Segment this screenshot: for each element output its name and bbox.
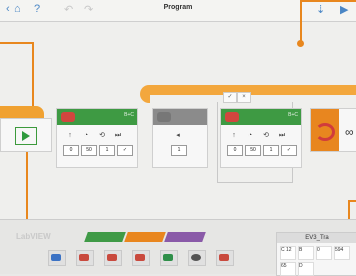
rotations-value[interactable]: 1 — [263, 145, 279, 156]
project-panel[interactable]: EV3_Tra C 12 B 0 594 65 D — [276, 232, 356, 276]
project-name: EV3_Tra — [277, 233, 356, 243]
palette-block[interactable] — [48, 250, 66, 266]
power-value[interactable]: 50 — [81, 145, 97, 156]
palette-block[interactable] — [160, 250, 178, 266]
loop-count[interactable]: ∞ — [345, 125, 354, 139]
brake-check[interactable]: ✓ — [281, 145, 297, 156]
project-item[interactable]: B — [298, 246, 314, 260]
start-block[interactable] — [0, 118, 52, 152]
project-item[interactable]: 594 — [334, 246, 350, 260]
palette-block[interactable] — [132, 250, 150, 266]
window-title: Program — [163, 4, 193, 11]
top-toolbar: ‹ ⌂ ? ↶ ↷ Program ⇣ ▶ — [0, 0, 356, 22]
callout-dot — [297, 40, 304, 47]
power-value[interactable]: 50 — [245, 145, 261, 156]
start-button[interactable] — [15, 127, 37, 145]
loop-block[interactable]: ∞ — [310, 108, 356, 152]
tab-action[interactable] — [84, 232, 126, 242]
loop-header — [311, 109, 339, 151]
brake-check[interactable]: ✓ — [117, 145, 133, 156]
loop-icon — [315, 123, 335, 141]
callout-line — [0, 42, 32, 44]
steering-value[interactable]: 0 — [227, 145, 243, 156]
steering-icon — [61, 112, 75, 122]
project-item[interactable]: C 12 — [280, 246, 296, 260]
labview-watermark: LabVIEW — [16, 232, 51, 241]
tab-sensor[interactable] — [164, 232, 206, 242]
palette-block[interactable] — [76, 250, 94, 266]
start-block-header — [0, 106, 44, 118]
project-item[interactable]: 0 — [316, 246, 332, 260]
sensor-block[interactable]: ◂ 1 — [152, 108, 208, 168]
brake-icon: ⏭ — [278, 132, 286, 139]
rotation-icon: ⟲ — [99, 132, 105, 139]
rotations-value[interactable]: 1 — [99, 145, 115, 156]
arrow-up-icon: ↑ — [68, 132, 72, 139]
speed-icon: ◔ — [247, 132, 253, 139]
palette-block[interactable] — [188, 250, 206, 266]
steering-icon — [225, 112, 239, 122]
play-icon — [22, 131, 30, 141]
tab-flow[interactable] — [124, 232, 166, 242]
block-header: B+C — [221, 109, 301, 125]
brake-icon: ⏭ — [114, 132, 122, 139]
palette-blocks — [48, 250, 234, 266]
palette-block[interactable] — [216, 250, 234, 266]
rotation-icon: ⟲ — [263, 132, 269, 139]
callout-line — [32, 42, 34, 110]
move-steering-block-2[interactable]: B+C ↑ ◔ ⟲ ⏭ 0 50 1 ✓ — [220, 108, 302, 168]
block-header — [153, 109, 207, 125]
speed-icon: ◔ — [83, 132, 89, 139]
run-icon[interactable]: ▶ — [340, 3, 348, 16]
callout-line — [300, 0, 302, 42]
move-steering-block[interactable]: B+C ↑ ◔ ⟲ ⏭ 0 50 1 ✓ — [56, 108, 138, 168]
arrow-up-icon: ↑ — [232, 132, 236, 139]
loop-close-tab[interactable]: × — [237, 92, 251, 103]
block-header: B+C — [57, 109, 137, 125]
loop-check-tab[interactable]: ✓ — [223, 92, 237, 103]
callout-line — [300, 0, 356, 2]
port-label: B+C — [124, 112, 134, 118]
mode-icon: ◂ — [176, 132, 180, 139]
download-icon[interactable]: ⇣ — [316, 3, 325, 16]
steering-value[interactable]: 0 — [63, 145, 79, 156]
port-value[interactable]: 1 — [171, 145, 187, 156]
port-label: B+C — [288, 112, 298, 118]
palette-block[interactable] — [104, 250, 122, 266]
sensor-icon — [157, 112, 171, 122]
